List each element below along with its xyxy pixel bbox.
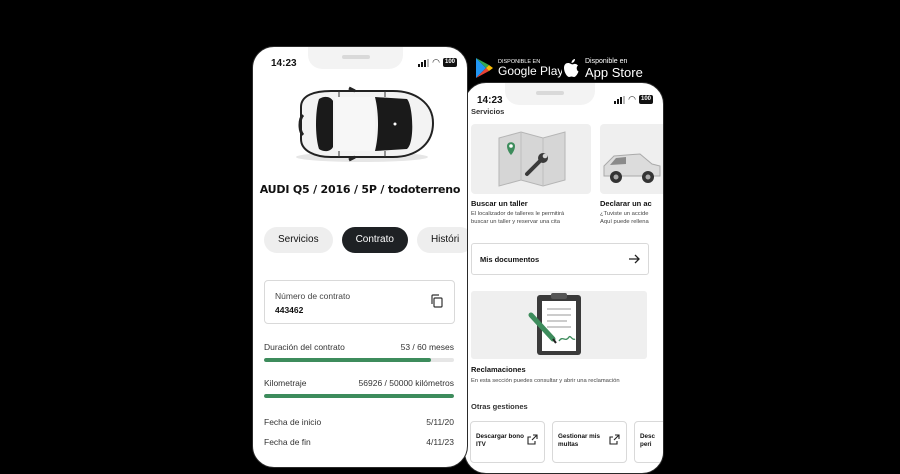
services-heading: Servicios <box>471 107 505 116</box>
notch <box>308 47 403 69</box>
my-documents-label: Mis documentos <box>480 255 540 264</box>
service-desc-workshop-1: El localizador de talleres le permitirá <box>471 211 565 217</box>
other-heading: Otras gestiones <box>471 402 528 411</box>
claims-title: Reclamaciones <box>471 365 526 374</box>
start-date-row: Fecha de inicio 5/11/20 <box>264 417 454 427</box>
service-desc-accident-1: ¿Tuviste un accide <box>600 211 649 217</box>
duration-row: Duración del contrato 53 / 60 meses <box>264 342 454 352</box>
duration-progress-bar <box>264 358 454 362</box>
clipboard-signature-icon <box>528 293 581 355</box>
status-time: 14:23 <box>271 58 297 69</box>
manage-fines-button[interactable]: Gestionar mis multas <box>552 421 627 463</box>
google-play-icon <box>476 58 493 78</box>
mileage-row: Kilometraje 56926 / 50000 kilómetros <box>264 378 454 388</box>
status-bar: 14:23 ◠ 100 <box>253 47 467 75</box>
contract-number-card: Número de contrato 443462 <box>264 280 455 324</box>
app-store-big-text: App Store <box>585 64 643 80</box>
car-title: AUDI Q5 / 2016 / 5P / todoterreno <box>259 183 461 196</box>
claims-card[interactable] <box>471 291 647 359</box>
service-desc-workshop-2: buscar un taller y reservar una cita <box>471 219 560 225</box>
battery-icon: 100 <box>638 95 653 104</box>
service-title-accident: Declarar un ac <box>600 199 652 208</box>
google-play-badge[interactable]: DISPONIBLE EN Google Play <box>474 54 564 82</box>
start-date-value: 5/11/20 <box>426 417 454 427</box>
end-date-value: 4/11/23 <box>426 437 454 447</box>
mileage-progress-bar <box>264 394 454 398</box>
car-icon <box>603 153 661 183</box>
download-other-label: Desc peri <box>640 433 656 448</box>
download-itv-label: Descargar bono ITV <box>476 433 524 448</box>
map-wrench-icon <box>498 131 566 187</box>
duration-label: Duración del contrato <box>264 342 345 352</box>
service-title-workshop: Buscar un taller <box>471 199 528 208</box>
end-date-label: Fecha de fin <box>264 437 311 447</box>
phone-contract: 14:23 ◠ 100 AUDI Q5 / 2016 / 5P / todote… <box>252 46 468 468</box>
apple-icon <box>564 59 579 77</box>
duration-value: 53 / 60 meses <box>400 342 454 352</box>
signal-icon <box>614 95 626 104</box>
status-time: 14:23 <box>477 95 503 106</box>
google-play-big-text: Google Play <box>498 63 564 78</box>
mileage-progress-fill <box>264 394 454 398</box>
claims-desc: En esta sección puedes consultar y abrir… <box>471 378 620 384</box>
service-card-workshop[interactable] <box>471 124 591 194</box>
download-itv-button[interactable]: Descargar bono ITV <box>470 421 545 463</box>
external-link-icon <box>609 434 620 445</box>
tab-historial[interactable]: Históri <box>416 227 467 253</box>
car-top-view-image <box>296 86 435 162</box>
external-link-icon <box>527 434 538 445</box>
my-documents-button[interactable]: Mis documentos <box>471 243 649 275</box>
arrow-right-icon <box>629 254 640 264</box>
signal-icon <box>418 58 430 67</box>
app-store-badge[interactable]: Disponible en App Store <box>562 54 643 82</box>
battery-icon: 100 <box>442 58 457 67</box>
tab-bar: Servicios Contrato Históri <box>264 227 467 253</box>
notch <box>505 83 595 105</box>
service-desc-accident-2: Aquí puede rellena <box>600 219 649 225</box>
end-date-row: Fecha de fin 4/11/23 <box>264 437 454 447</box>
contract-number-label: Número de contrato <box>275 291 351 301</box>
wifi-icon: ◠ <box>432 57 440 67</box>
status-icons: ◠ 100 <box>418 58 457 67</box>
status-icons: ◠ 100 <box>614 95 653 104</box>
tab-servicios[interactable]: Servicios <box>264 227 333 253</box>
mileage-label: Kilometraje <box>264 378 307 388</box>
contract-number-value: 443462 <box>275 305 304 315</box>
service-card-accident[interactable] <box>600 124 663 194</box>
phone-services: 14:23 ◠ 100 Servicios Buscar un taller E… <box>464 82 664 474</box>
manage-fines-label: Gestionar mis multas <box>558 433 600 448</box>
mileage-value: 56926 / 50000 kilómetros <box>358 378 454 388</box>
tab-contrato[interactable]: Contrato <box>341 227 408 253</box>
duration-progress-fill <box>264 358 432 362</box>
download-other-button[interactable]: Desc peri <box>634 421 663 463</box>
wifi-icon: ◠ <box>628 94 636 104</box>
start-date-label: Fecha de inicio <box>264 417 322 427</box>
copy-icon[interactable] <box>430 294 444 308</box>
